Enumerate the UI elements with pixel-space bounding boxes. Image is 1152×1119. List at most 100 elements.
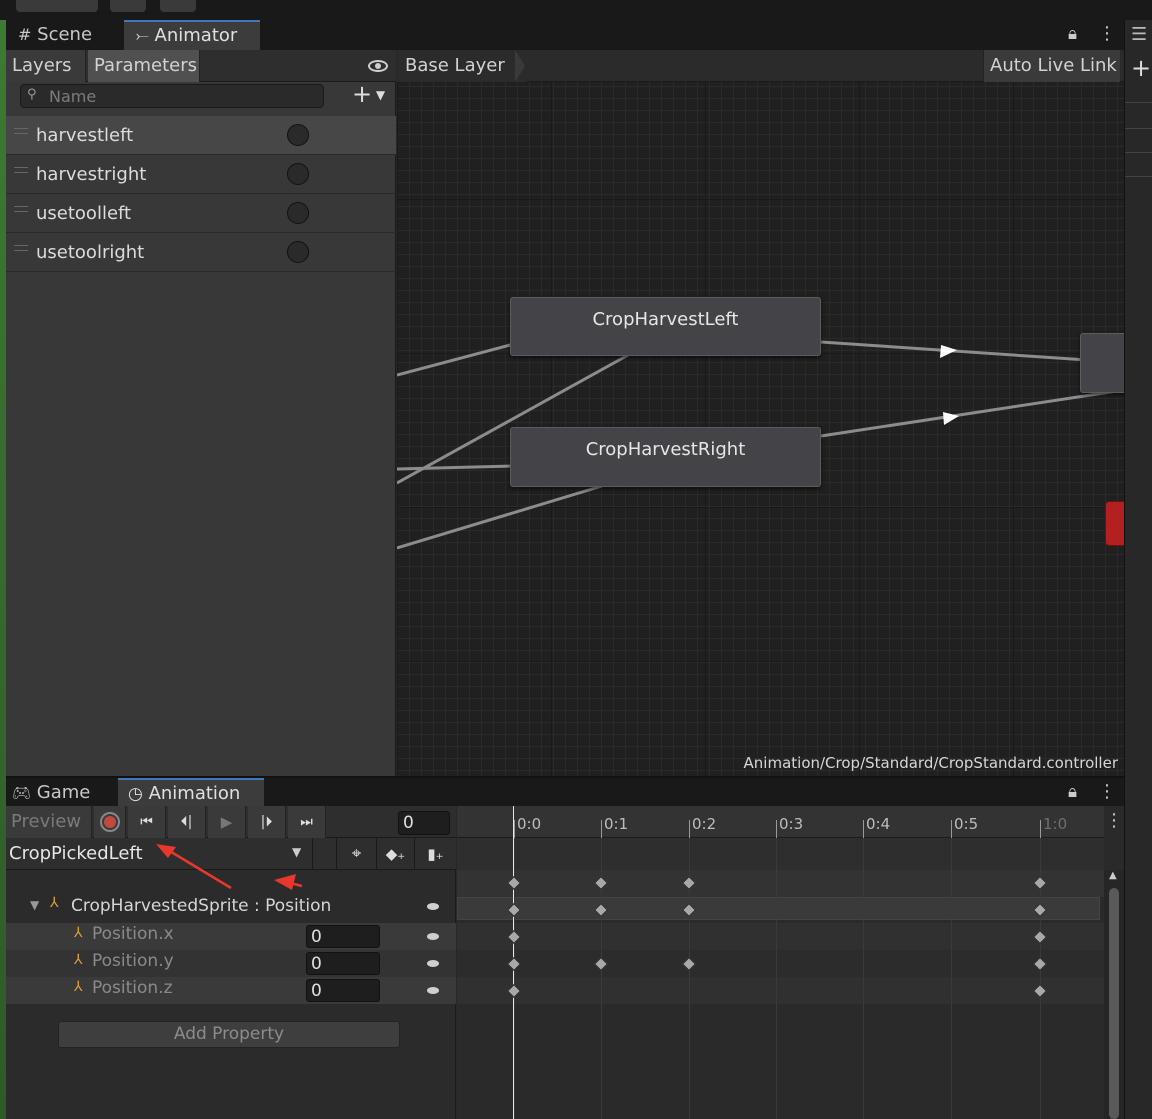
kebab-menu-icon[interactable]: ⋮ (1104, 806, 1124, 838)
next-key-button[interactable]: |⏵︎ (248, 806, 286, 838)
transform-icon: ⅄ (74, 979, 83, 995)
transition-line (397, 484, 603, 550)
vertical-scrollbar[interactable]: ▲ (1104, 870, 1124, 1119)
tab-label: Game (36, 782, 91, 803)
kebab-menu-icon[interactable]: ⋮ (1098, 781, 1116, 802)
right-side-panel: ☰ + (1124, 20, 1152, 1119)
crosshair-icon[interactable]: ⌖ (336, 838, 376, 870)
parameter-row[interactable]: harvestleft (6, 116, 396, 155)
property-value-field[interactable]: 0 (306, 925, 380, 948)
clip-dropdown[interactable]: CropPickedLeft (9, 843, 143, 864)
trigger-radio[interactable] (287, 202, 309, 224)
preview-button[interactable]: Preview (6, 806, 92, 838)
timeline-gridline (951, 838, 952, 1119)
add-event-icon[interactable]: ▮₊ (414, 838, 456, 870)
parameter-row[interactable]: usetoolright (6, 233, 396, 272)
ruler-tick (514, 820, 515, 838)
frame-field[interactable]: 0 (398, 811, 450, 835)
ruler-label: 0:5 (954, 815, 979, 833)
ruler-label: 0:0 (517, 815, 542, 833)
visibility-dot-icon[interactable] (427, 903, 439, 910)
drag-handle-icon[interactable] (14, 128, 28, 134)
parameter-name: usetoolleft (36, 203, 132, 224)
ruler-tick (601, 820, 602, 838)
transform-icon: ⅄ (50, 895, 59, 911)
property-row[interactable]: ⅄ Position.z 0 (6, 977, 456, 1004)
toolbar-button[interactable] (160, 0, 196, 12)
lock-icon[interactable]: 🔒︎ (1068, 782, 1077, 802)
scroll-up-icon[interactable]: ▲ (1109, 870, 1117, 881)
tab-game[interactable]: 🎮︎ Game (6, 778, 116, 808)
parameter-row[interactable]: harvestright (6, 155, 396, 194)
divider (1125, 128, 1152, 129)
property-label: Position.y (92, 951, 174, 971)
toolbar-button[interactable] (110, 0, 146, 12)
gamepad-icon: 🎮︎ (12, 784, 32, 802)
trigger-radio[interactable] (287, 241, 309, 263)
record-icon (100, 812, 120, 832)
parameter-row[interactable]: usetoolleft (6, 194, 396, 233)
state-graph[interactable]: Base Layer Auto Live Link CropHarvestLef… (397, 50, 1124, 776)
expand-triangle-icon[interactable]: ▼ (30, 898, 39, 912)
state-node-offscreen[interactable] (1080, 333, 1124, 393)
drag-handle-icon[interactable] (14, 167, 28, 173)
skip-last-icon: ⏭ (300, 814, 313, 830)
state-label: CropHarvestRight (585, 439, 746, 460)
group-key-row (457, 897, 1100, 920)
play-icon: ▶ (220, 813, 233, 831)
parameters-pane: Layers Parameters ⚲ Name + ▼ harvestleft… (6, 50, 396, 776)
lock-icon[interactable]: 🔒︎ (1068, 24, 1077, 44)
animator-tab-bar: # Scene ⤚ Animator 🔒︎ ⋮ (6, 20, 1124, 50)
visibility-dot-icon[interactable] (427, 987, 439, 994)
kebab-menu-icon[interactable]: ⋮ (1098, 23, 1116, 44)
timeline-gridline (776, 838, 777, 1119)
tab-label: Animator (154, 25, 238, 46)
tab-parameters[interactable]: Parameters (88, 50, 200, 82)
scrollbar-thumb[interactable] (1109, 888, 1119, 1119)
annotation-arrows (156, 844, 303, 890)
state-label: CropHarvestLeft (592, 309, 739, 330)
parameter-name: usetoolright (36, 242, 145, 263)
ruler-label: 1:0 (1043, 815, 1068, 833)
state-node[interactable]: CropHarvestLeft (510, 297, 821, 356)
tab-animator[interactable]: ⤚ Animator (124, 20, 260, 50)
add-property-button[interactable]: Add Property (58, 1021, 400, 1048)
drag-handle-icon[interactable] (14, 206, 28, 212)
play-button[interactable]: ▶ (208, 806, 246, 838)
state-node[interactable]: CropHarvestRight (510, 427, 821, 487)
last-key-button[interactable]: ⏭ (288, 806, 326, 838)
add-parameter-button[interactable]: + ▼ (352, 80, 385, 108)
first-key-button[interactable]: ⏮ (128, 806, 166, 838)
previous-key-button[interactable]: ⏴︎| (168, 806, 206, 838)
property-row[interactable]: ⅄ Position.y 0 (6, 950, 456, 977)
exit-node[interactable] (1105, 501, 1124, 546)
drag-handle-icon[interactable] (14, 245, 28, 251)
pane-toolbar: Layers Parameters (6, 50, 396, 82)
property-label: Position.x (92, 924, 174, 944)
visibility-dot-icon[interactable] (427, 960, 439, 967)
property-value-field[interactable]: 0 (306, 952, 380, 975)
top-toolbar-strip (0, 0, 1152, 20)
add-keyframe-icon[interactable]: ◆₊ (376, 838, 414, 870)
tab-label: Animation (148, 783, 241, 804)
eye-icon[interactable] (368, 60, 388, 72)
visibility-dot-icon[interactable] (427, 933, 439, 940)
trigger-radio[interactable] (287, 163, 309, 185)
trigger-radio[interactable] (287, 124, 309, 146)
transitions-layer (397, 320, 1124, 550)
animation-window: 🎮︎ Game ◷ Animation 🔒︎ ⋮ Preview ⏮ ⏴︎| ▶… (6, 776, 1124, 1119)
tab-layers[interactable]: Layers (6, 50, 86, 82)
timeline-header-row (457, 838, 1104, 870)
property-label: Position.z (92, 978, 173, 998)
toolbar-dropdown[interactable] (16, 0, 98, 12)
property-value-field[interactable]: 0 (306, 979, 380, 1002)
menu-icon[interactable]: ☰ (1131, 24, 1147, 45)
search-input[interactable]: ⚲ Name (20, 84, 324, 108)
property-row[interactable]: ⅄ Position.x 0 (6, 923, 456, 950)
tab-animation[interactable]: ◷ Animation (118, 778, 264, 808)
plus-icon[interactable]: + (1131, 54, 1151, 82)
record-button[interactable] (94, 806, 126, 838)
parameter-name: harvestright (36, 164, 147, 185)
tab-scene[interactable]: # Scene (6, 20, 122, 50)
search-placeholder: Name (49, 87, 97, 106)
